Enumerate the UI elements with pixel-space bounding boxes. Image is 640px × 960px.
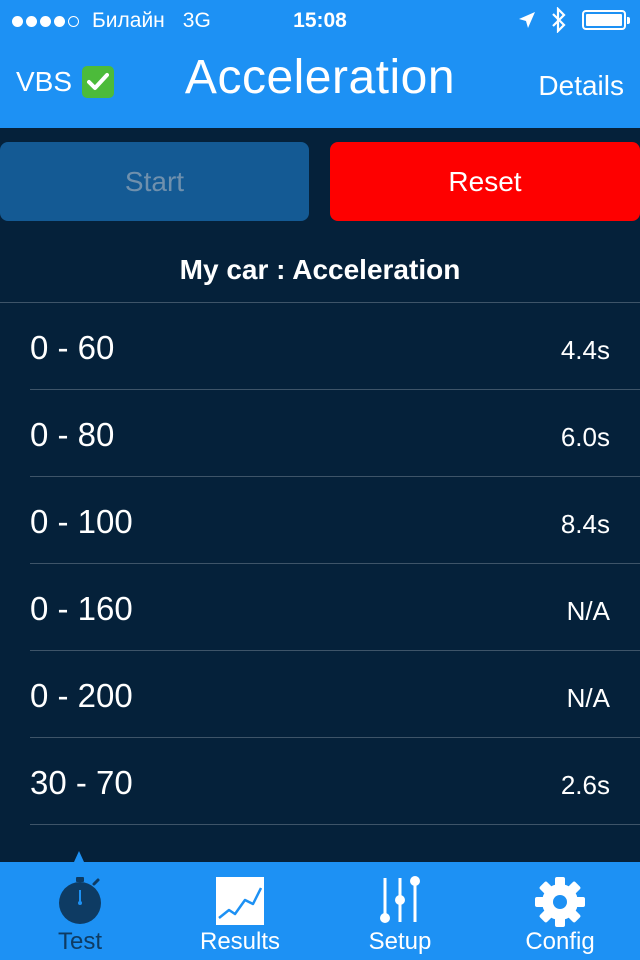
tab-label: Results [199,928,281,955]
start-button[interactable]: Start [0,142,309,221]
reset-button[interactable]: Reset [330,142,640,221]
speed-range-label: 0 - 60 [30,329,115,366]
time-value: N/A [566,683,610,713]
time-value: 2.6s [560,770,610,800]
speed-range-label: 0 - 100 [30,503,133,540]
time-value: 4.4s [560,335,610,365]
list-item: 30 - 70 2.6s [0,738,640,825]
speed-range-label: 0 - 80 [30,416,115,453]
speed-range-label: 30 - 70 [30,764,133,801]
tab-label: Config [525,928,595,955]
list-item: 0 - 100 8.4s [0,477,640,564]
speed-range-label: 0 - 160 [30,590,133,627]
tab-label: Test [57,928,102,955]
list-item: 0 - 60 4.4s [0,303,640,390]
tab-results[interactable]: Results [160,862,320,960]
time-value: 8.4s [560,509,610,539]
battery-icon [582,10,630,30]
tab-config[interactable]: Config [480,862,640,960]
chart-icon [216,877,264,925]
status-bar: Билайн 3G 15:08 [0,0,640,40]
time-value: 6.0s [560,422,610,452]
speed-range-label: 0 - 200 [30,677,133,714]
navigation-bar: Билайн 3G 15:08 VBS Acceleration Details [0,0,640,128]
tab-bar: Test Results Setup Config [0,862,640,960]
sliders-icon [380,876,420,923]
time-value: N/A [566,596,610,626]
list-item: 0 - 160 N/A [0,564,640,651]
list-item: 0 - 80 6.0s [0,390,640,477]
bluetooth-icon [552,7,566,33]
tab-setup[interactable]: Setup [320,862,480,960]
results-list: 0 - 60 4.4s 0 - 80 6.0s 0 - 100 8.4s 0 -… [0,302,640,825]
details-button[interactable]: Details [538,70,624,102]
stopwatch-icon [59,877,101,924]
tab-test[interactable]: Test [0,862,160,960]
section-title: My car : Acceleration [179,254,461,285]
list-item: 0 - 200 N/A [0,651,640,738]
status-right [518,7,630,33]
active-tab-pointer-icon [74,851,84,862]
location-arrow-icon [519,12,535,28]
gear-icon [535,877,585,927]
tab-label: Setup [368,928,432,955]
